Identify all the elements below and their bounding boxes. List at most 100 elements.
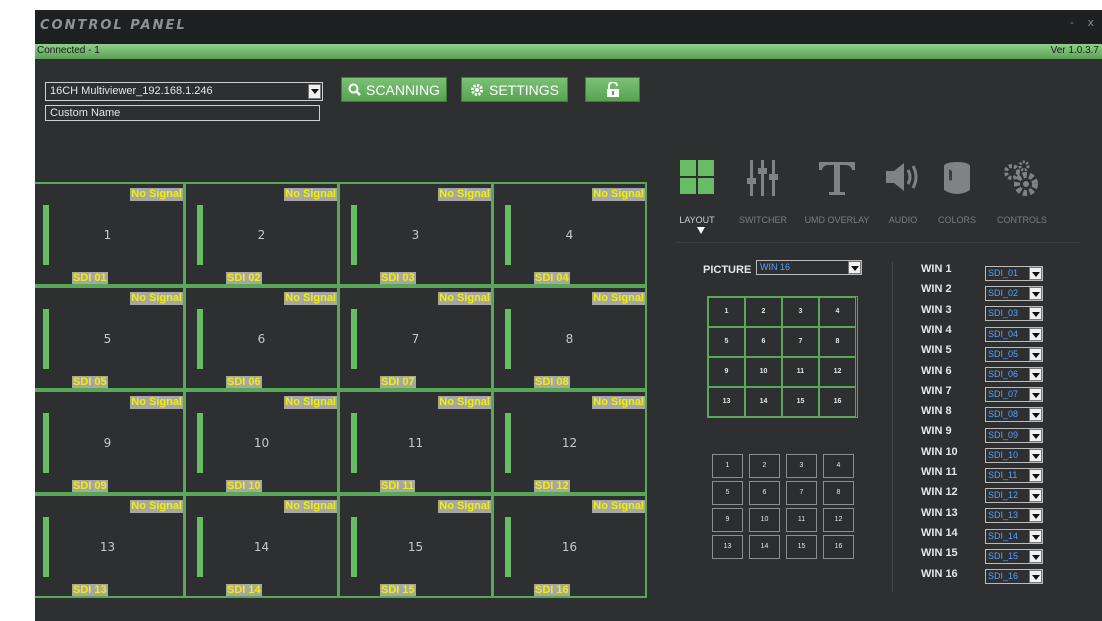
no-signal-badge: No Signal	[438, 500, 491, 513]
window-source-select[interactable]: SDI_07	[985, 387, 1043, 403]
window-select-button[interactable]: 6	[749, 481, 780, 505]
layout-window-cell[interactable]: 8	[819, 327, 856, 357]
window-source-select[interactable]: SDI_03	[985, 306, 1043, 322]
layout-window-cell[interactable]: 5	[708, 327, 745, 357]
viewer-cell[interactable]: No Signal 13 SDI 13	[35, 494, 185, 598]
viewer-cell[interactable]: No Signal 4 SDI 04	[492, 182, 647, 286]
window-source-select[interactable]: SDI_02	[985, 286, 1043, 302]
chevron-down-icon[interactable]	[1029, 570, 1042, 583]
layout-window-cell[interactable]: 13	[708, 387, 745, 417]
source-label: SDI 01	[72, 272, 108, 284]
layout-window-cell[interactable]: 9	[708, 357, 745, 387]
window-source-select[interactable]: SDI_04	[985, 326, 1043, 342]
window-select-button[interactable]: 16	[823, 535, 854, 559]
viewer-cell[interactable]: No Signal 8 SDI 08	[492, 286, 647, 390]
window-source-select[interactable]: SDI_15	[985, 548, 1043, 564]
window-select-button[interactable]: 14	[749, 535, 780, 559]
window-source-select[interactable]: SDI_09	[985, 427, 1043, 443]
viewer-cell[interactable]: No Signal 16 SDI 16	[492, 494, 647, 598]
window-select-button[interactable]: 3	[786, 454, 817, 478]
window-select-button[interactable]: 15	[786, 535, 817, 559]
chevron-down-icon[interactable]	[1029, 509, 1042, 523]
viewer-cell[interactable]: No Signal 10 SDI 10	[184, 390, 339, 494]
tab-switcher[interactable]: SWITCHER	[733, 160, 793, 240]
no-signal-badge: No Signal	[592, 292, 645, 305]
layout-window-cell[interactable]: 7	[782, 327, 819, 357]
chevron-down-icon[interactable]	[1029, 529, 1042, 543]
window-source-select[interactable]: SDI_10	[985, 447, 1043, 463]
viewer-cell[interactable]: No Signal 5 SDI 05	[35, 286, 185, 390]
layout-window-cell[interactable]: 16	[819, 387, 856, 417]
window-source-select[interactable]: SDI_14	[985, 528, 1043, 544]
tab-umd-overlay[interactable]: UMD OVERLAY	[797, 160, 877, 240]
layout-window-cell[interactable]: 14	[745, 387, 782, 417]
window-select-button[interactable]: 2	[749, 454, 780, 478]
window-source-select[interactable]: SDI_12	[985, 488, 1043, 504]
window-source-select[interactable]: SDI_06	[985, 367, 1043, 382]
tab-layout[interactable]: LAYOUT	[675, 160, 719, 240]
layout-window-cell[interactable]: 6	[745, 327, 782, 357]
window-select-button[interactable]: 11	[786, 508, 817, 532]
layout-window-cell[interactable]: 12	[819, 357, 856, 387]
scanning-button[interactable]: SCANNING	[341, 77, 447, 102]
tab-controls[interactable]: CONTROLS	[989, 160, 1055, 240]
minimize-button[interactable]: -	[1070, 16, 1074, 29]
window-select-button[interactable]: 8	[823, 481, 854, 505]
viewer-cell[interactable]: No Signal 14 SDI 14	[184, 494, 339, 598]
layout-window-cell[interactable]: 3	[782, 297, 819, 327]
chevron-down-icon[interactable]	[1029, 307, 1042, 321]
chevron-down-icon[interactable]	[1029, 368, 1042, 381]
chevron-down-icon[interactable]	[848, 261, 861, 274]
chevron-down-icon[interactable]	[1029, 428, 1042, 442]
window-source-select[interactable]: SDI_16	[985, 569, 1043, 584]
window-source-select[interactable]: SDI_11	[985, 468, 1043, 483]
chevron-down-icon[interactable]	[1029, 347, 1042, 361]
layout-window-cell[interactable]: 15	[782, 387, 819, 417]
window-source-select[interactable]: SDI_05	[985, 346, 1043, 362]
lock-button[interactable]	[585, 77, 640, 102]
window-select-button[interactable]: 10	[749, 508, 780, 532]
viewer-cell[interactable]: No Signal 9 SDI 09	[35, 390, 185, 494]
window-select-button[interactable]: 12	[823, 508, 854, 532]
chevron-down-icon[interactable]	[1029, 469, 1042, 482]
chevron-down-icon[interactable]	[1029, 549, 1042, 563]
window-select-button[interactable]: 4	[823, 454, 854, 478]
chevron-down-icon[interactable]	[1029, 287, 1042, 301]
window-source-select[interactable]: SDI_13	[985, 508, 1043, 524]
layout-window-cell[interactable]: 11	[782, 357, 819, 387]
layout-window-cell[interactable]: 10	[745, 357, 782, 387]
chevron-down-icon[interactable]	[1029, 388, 1042, 402]
window-source-select[interactable]: SDI_01	[985, 266, 1043, 281]
chevron-down-icon[interactable]	[1029, 327, 1042, 341]
window-source-select[interactable]: SDI_08	[985, 407, 1043, 423]
window-select-button[interactable]: 9	[712, 508, 743, 532]
custom-name-input[interactable]: Custom Name	[45, 105, 320, 121]
tab-audio[interactable]: AUDIO	[883, 160, 923, 240]
viewer-cell[interactable]: No Signal 7 SDI 07	[338, 286, 493, 390]
picture-select[interactable]: WIN 16	[756, 260, 862, 275]
chevron-down-icon[interactable]	[308, 84, 321, 99]
viewer-cell[interactable]: No Signal 6 SDI 06	[184, 286, 339, 390]
chevron-down-icon[interactable]	[1029, 448, 1042, 462]
chevron-down-icon[interactable]	[1029, 489, 1042, 503]
viewer-cell[interactable]: No Signal 15 SDI 15	[338, 494, 493, 598]
window-select-button[interactable]: 1	[712, 454, 743, 478]
viewer-cell[interactable]: No Signal 1 SDI 01	[35, 182, 185, 286]
viewer-cell[interactable]: No Signal 3 SDI 03	[338, 182, 493, 286]
window-select-button[interactable]: 5	[712, 481, 743, 505]
chevron-down-icon[interactable]	[1029, 267, 1042, 280]
viewer-cell[interactable]: No Signal 12 SDI 12	[492, 390, 647, 494]
viewer-cell[interactable]: No Signal 11 SDI 11	[338, 390, 493, 494]
layout-window-cell[interactable]: 2	[745, 297, 782, 327]
device-select[interactable]: 16CH Multiviewer_192.168.1.246	[45, 82, 323, 101]
window-select-button[interactable]: 7	[786, 481, 817, 505]
layout-window-cell[interactable]: 1	[708, 297, 745, 327]
chevron-down-icon[interactable]	[1029, 408, 1042, 422]
settings-button[interactable]: SETTINGS	[461, 77, 568, 102]
window-label: WIN 8	[921, 405, 952, 418]
tab-colors[interactable]: COLORS	[933, 160, 981, 240]
layout-window-cell[interactable]: 4	[819, 297, 856, 327]
window-select-button[interactable]: 13	[712, 535, 743, 559]
viewer-cell[interactable]: No Signal 2 SDI 02	[184, 182, 339, 286]
close-button[interactable]: x	[1087, 16, 1094, 29]
